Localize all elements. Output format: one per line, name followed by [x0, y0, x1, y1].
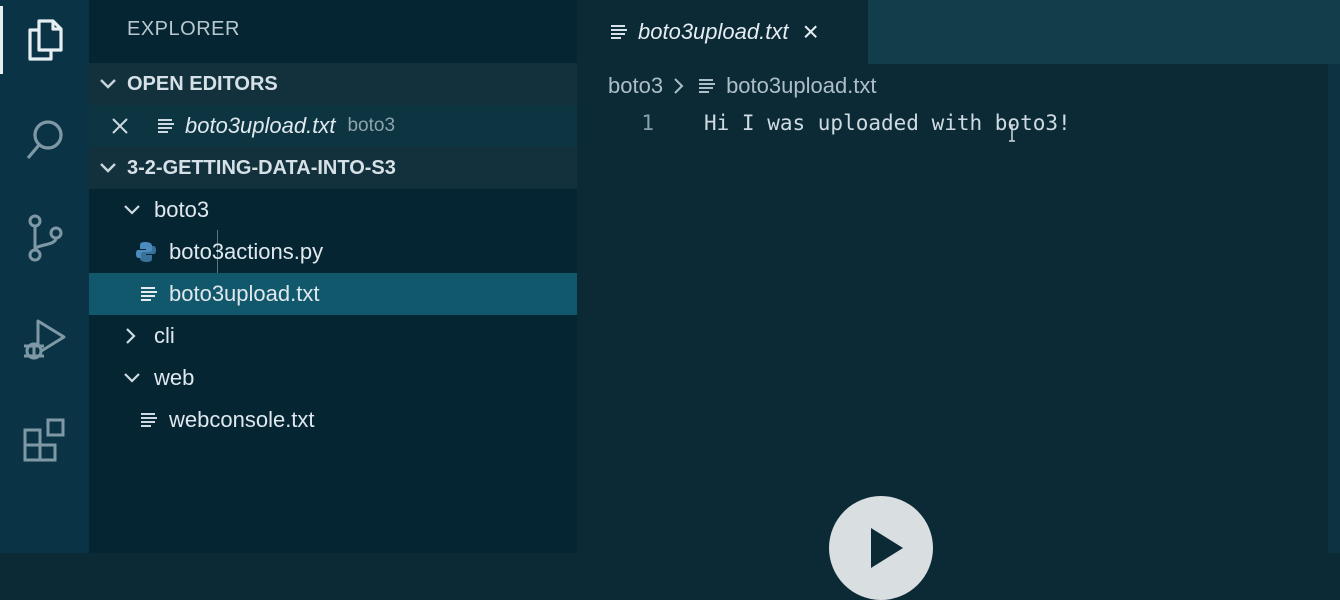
workspace-label: 3-2-GETTING-DATA-INTO-S3	[127, 156, 396, 179]
text-file-icon	[155, 115, 177, 137]
tree-item-label: boto3upload.txt	[169, 281, 320, 306]
chevron-down-icon	[123, 204, 141, 216]
breadcrumb-file[interactable]: boto3upload.txt	[726, 73, 876, 99]
source-control-icon	[28, 214, 62, 262]
extensions-icon	[23, 418, 64, 462]
text-file-icon	[138, 409, 160, 431]
open-editors-header[interactable]: OPEN EDITORS	[89, 63, 577, 105]
chevron-down-icon	[123, 372, 141, 384]
text-cursor-icon	[1009, 124, 1015, 142]
chevron-right-icon	[673, 77, 684, 95]
activity-bar	[0, 0, 89, 553]
open-editor-filename: boto3upload.txt	[185, 113, 336, 138]
tree-item-label: webconsole.txt	[169, 407, 315, 432]
tree-item-label: cli	[154, 323, 175, 348]
tree-file-boto3actions[interactable]: boto3actions.py	[89, 231, 577, 273]
editor-scrollbar[interactable]	[1328, 64, 1340, 553]
extensions-activity-button[interactable]	[0, 400, 89, 480]
tab-label: boto3upload.txt	[638, 19, 789, 44]
sidebar-title: EXPLORER	[127, 18, 240, 40]
tree-folder-cli[interactable]: cli	[89, 315, 577, 357]
tree-item-label: boto3actions.py	[169, 239, 324, 264]
search-icon	[26, 120, 63, 160]
open-editor-folder: boto3	[347, 115, 396, 136]
chevron-down-icon	[89, 162, 127, 174]
explorer-activity-button[interactable]	[0, 0, 89, 80]
breadcrumb-folder[interactable]: boto3	[608, 73, 663, 99]
tab-bar: boto3upload.txt ×	[577, 0, 1340, 64]
breadcrumb: boto3 boto3upload.txt	[608, 70, 877, 102]
play-button[interactable]	[829, 496, 933, 600]
search-activity-button[interactable]	[0, 100, 89, 180]
code-line[interactable]: 1 Hi I was uploaded with boto3!	[577, 108, 1340, 138]
explorer-sidebar: EXPLORER OPEN EDITORS boto3upload.txt bo…	[89, 0, 577, 553]
files-icon	[27, 19, 63, 61]
text-file-icon	[696, 75, 718, 97]
run-debug-activity-button[interactable]	[0, 300, 89, 380]
tree-item-label: web	[154, 365, 195, 390]
text-file-icon	[608, 21, 630, 43]
close-icon[interactable]	[101, 117, 139, 135]
line-number: 1	[641, 111, 654, 135]
tab-close-button[interactable]: ×	[802, 18, 818, 46]
tree-file-webconsole[interactable]: webconsole.txt	[89, 399, 577, 441]
source-control-activity-button[interactable]	[0, 198, 89, 278]
tree-folder-web[interactable]: web	[89, 357, 577, 399]
workspace-header[interactable]: 3-2-GETTING-DATA-INTO-S3	[89, 147, 577, 189]
chevron-right-icon	[125, 327, 143, 345]
tree-file-boto3upload[interactable]: boto3upload.txt	[89, 273, 577, 315]
chevron-down-icon	[89, 78, 127, 90]
run-debug-icon	[23, 319, 65, 360]
tree-folder-boto3[interactable]: boto3	[89, 189, 577, 231]
open-editors-label: OPEN EDITORS	[127, 72, 278, 95]
text-file-icon	[138, 283, 160, 305]
tree-item-label: boto3	[154, 197, 210, 222]
play-icon	[871, 528, 903, 568]
python-icon	[135, 241, 157, 263]
editor-area: boto3upload.txt × boto3 boto3upload.txt …	[577, 0, 1340, 600]
open-editor-item[interactable]: boto3upload.txt boto3	[89, 105, 577, 147]
tab-boto3upload[interactable]: boto3upload.txt ×	[577, 0, 868, 64]
